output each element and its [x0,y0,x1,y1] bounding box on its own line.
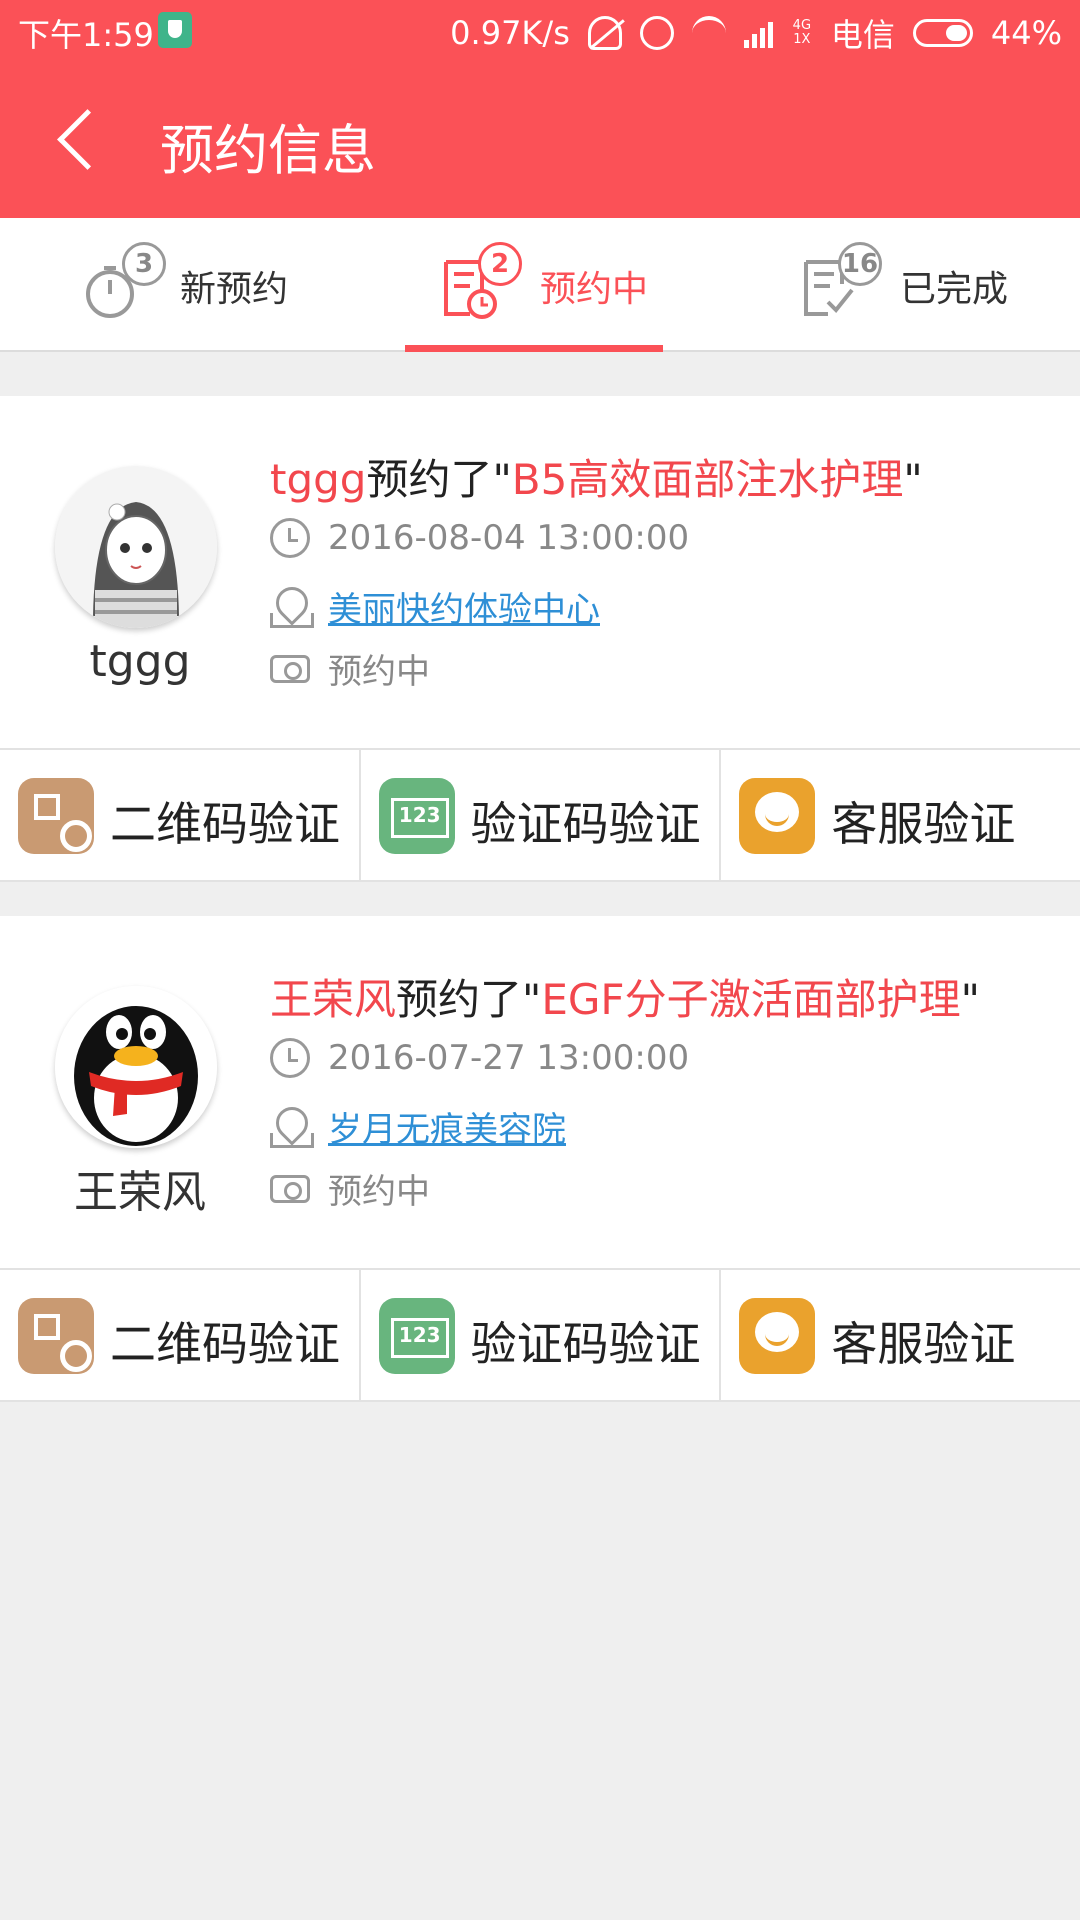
verify-actions: 二维码验证 验证码验证 客服验证 [0,1268,1080,1402]
tab-label: 新预约 [180,269,289,310]
clock-icon [270,1038,310,1078]
appointment-status: 预约中 [328,1172,430,1212]
page-title: 预约信息 [160,119,376,182]
summary-action: 预约了" [366,455,512,504]
action-label: 客服验证 [831,797,1016,851]
appointment-summary: tggg预约了"B5高效面部注水护理" [270,446,923,507]
location-pin-icon [270,1107,314,1148]
status-time: 下午1:59 [18,16,154,54]
location-link[interactable]: 美丽快约体验中心 [328,582,600,631]
appointment-datetime: 2016-07-27 13:00:00 [328,1038,690,1078]
summary-user: 王荣风 [270,975,397,1024]
verify-actions: 二维码验证 验证码验证 客服验证 [0,748,1080,882]
appointment-card[interactable]: tggg tggg预约了"B5高效面部注水护理" 2016-08-04 13:0… [0,396,1080,882]
wifi-icon [691,16,726,50]
appointment-datetime: 2016-08-04 13:00:00 [328,518,690,558]
appointment-card[interactable]: 王荣风 王荣风预约了"EGF分子激活面部护理" 2016-07-27 13:00… [0,916,1080,1402]
back-arrow-icon[interactable] [48,100,118,180]
customer-service-verify-button[interactable]: 客服验证 [721,750,1080,880]
code-verify-button[interactable]: 验证码验证 [361,750,722,880]
appointment-status-row: 预约中 [270,644,430,693]
action-label: 二维码验证 [110,797,340,851]
appointment-status-row: 预约中 [270,1164,430,1213]
summary-service: B5高效面部注水护理 [511,455,904,504]
top-bar: 下午1:59 0.97K/s 4G 1X 电信 44% 预约信息 [0,0,1080,218]
appointment-location-row: 岁月无痕美容院 [270,1102,566,1151]
qr-verify-button[interactable]: 二维码验证 [0,750,361,880]
action-label: 二维码验证 [110,1317,340,1371]
alarm-clock-icon [639,16,674,50]
eye-icon [270,1174,310,1203]
tab-new[interactable]: 3 新预约 [80,218,320,352]
appointment-time-row: 2016-08-04 13:00:00 [270,518,689,558]
qr-verify-button[interactable]: 二维码验证 [0,1270,361,1400]
appointment-status: 预约中 [328,652,430,692]
action-label: 验证码验证 [470,1317,701,1371]
customer-service-icon [739,778,816,854]
location-pin-icon [270,587,314,628]
anime-girl-avatar [55,466,217,628]
tab-label: 预约中 [540,269,649,310]
tab-in-progress[interactable]: 2 预约中 [436,218,676,352]
qr-code-icon [18,778,94,854]
tab-badge: 3 [122,242,166,286]
customer-service-icon [739,1298,816,1374]
cell-signal-icon [743,18,773,48]
user-name: tggg [89,636,191,687]
tab-badge: 16 [838,242,882,286]
code-123-icon [378,1298,455,1374]
summary-service: EGF分子激活面部护理 [541,975,961,1024]
network-type: 4G 1X [792,18,812,47]
network-speed: 0.97K/s [450,14,570,52]
penguin-avatar [55,986,217,1148]
appointment-summary: 王荣风预约了"EGF分子激活面部护理" [270,966,980,1027]
summary-close-quote: " [960,975,980,1024]
status-tabs: 3 新预约 2 预约中 16 已完成 [0,218,1080,352]
summary-close-quote: " [903,455,923,504]
location-link[interactable]: 岁月无痕美容院 [328,1102,566,1151]
action-label: 客服验证 [831,1317,1016,1371]
battery-icon [912,19,973,47]
status-indicators: 0.97K/s 4G 1X 电信 44% [450,10,1062,56]
code-verify-button[interactable]: 验证码验证 [361,1270,722,1400]
summary-user: tggg [270,455,367,504]
customer-service-verify-button[interactable]: 客服验证 [721,1270,1080,1400]
app-header: 预约信息 [0,60,1080,218]
active-tab-indicator [405,345,663,352]
appointment-location-row: 美丽快约体验中心 [270,582,600,631]
status-bar: 下午1:59 0.97K/s 4G 1X 电信 44% [0,0,1080,60]
avatar[interactable] [55,986,217,1148]
clock-icon [270,518,310,558]
avatar[interactable] [55,466,217,628]
tab-completed[interactable]: 16 已完成 [796,218,1036,352]
battery-percent: 44% [990,14,1062,52]
user-name: 王荣风 [74,1167,206,1218]
qr-code-icon [18,1298,94,1374]
appointment-time-row: 2016-07-27 13:00:00 [270,1038,689,1078]
carrier-name: 电信 [830,16,895,54]
security-shield-icon [158,12,192,48]
summary-action: 预约了" [396,975,542,1024]
tab-badge: 2 [478,242,522,286]
eye-icon [270,654,310,683]
action-label: 验证码验证 [470,797,701,851]
code-123-icon [378,778,455,854]
tab-label: 已完成 [900,269,1009,310]
mute-bell-icon [587,16,622,50]
